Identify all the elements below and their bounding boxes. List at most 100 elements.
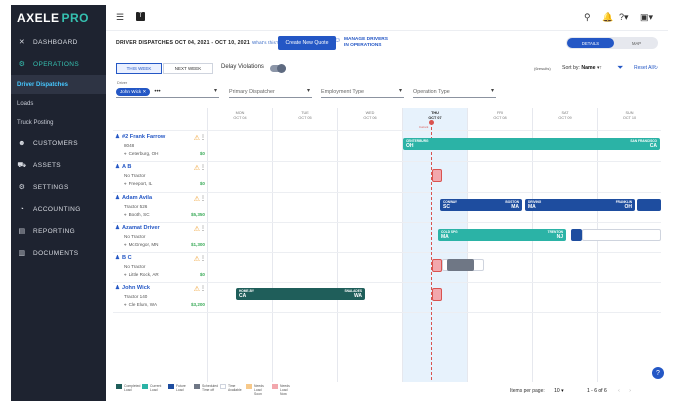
driver-row[interactable]: ♟ John Wick ⚠ ⋮ Tractor 140 ⌖ Cle Elum, WA … [115, 285, 207, 316]
load-bar-future[interactable] [637, 199, 661, 211]
manage-drivers-link[interactable]: ☺ MANAGE DRIVERS IN OPERATIONS [334, 37, 388, 48]
view-map-tab[interactable]: MAP [616, 38, 657, 48]
sidebar-item-dashboard[interactable]: ✕ DASHBOARD [11, 31, 106, 53]
day-header: SUN OCT 10 [622, 111, 637, 120]
kebab-menu-icon[interactable]: ⋮ [200, 134, 206, 141]
kebab-menu-icon[interactable]: ⋮ [200, 164, 206, 171]
driver-row[interactable]: ♟ B C ⚠ ⋮ No Tractor ⌖ Little Rock, AR $0 [115, 255, 207, 286]
driver-chip[interactable]: John Wick ✕ [116, 88, 151, 96]
sidebar-item-customers[interactable]: ☻ CUSTOMERS [11, 132, 106, 154]
bell-icon[interactable]: 🔔 [602, 12, 613, 23]
sidebar-item-assets[interactable]: ⛟ ASSETS [11, 154, 106, 176]
chip-close-icon[interactable]: ✕ [142, 89, 146, 94]
operation-type-filter[interactable]: Operation Type ▾ [413, 86, 496, 98]
current-time-marker [429, 120, 434, 125]
needs-load-now-marker[interactable] [432, 259, 442, 272]
delay-violations-toggle[interactable] [270, 64, 286, 73]
day-header: TUE OCT 05 [298, 111, 312, 120]
prev-page-icon[interactable]: ‹ [618, 388, 620, 394]
items-per-page-select[interactable]: 10 ▾ [554, 388, 563, 394]
driver-revenue: $0 [199, 272, 205, 277]
menu-icon[interactable]: ☰ [116, 12, 124, 23]
reset-all-link[interactable]: Reset All↻ [634, 65, 658, 71]
operations-icon: ⚙ [18, 61, 26, 68]
kebab-menu-icon[interactable]: ⋮ [200, 255, 206, 262]
sidebar-subitem-loads[interactable]: Loads [11, 94, 106, 113]
sort-arrows-icon: ▾↑ [596, 65, 603, 71]
whats-this-link[interactable]: What's this? [252, 40, 279, 45]
kebab-menu-icon[interactable]: ⋮ [200, 285, 206, 292]
sidebar-item-reporting[interactable]: ▤ REPORTING [11, 220, 106, 242]
view-details-tab[interactable]: DETAILS [567, 38, 614, 48]
more-dots-icon[interactable]: ••• [154, 89, 160, 95]
load-bar-current[interactable]: CENTERBURG OH SAN FRANCISCO CA [403, 138, 660, 150]
create-new-quote-button[interactable]: Create New Quote [278, 36, 336, 50]
person-icon: ♟ [115, 255, 121, 261]
dashboard-icon: ✕ [18, 39, 26, 46]
time-available-slot[interactable] [582, 229, 661, 241]
search-icon[interactable]: ⚲ [584, 12, 591, 23]
primary-dispatcher-filter[interactable]: Primary Dispatcher ▾ [229, 86, 312, 98]
day-column-tue: TUE OCT 05 [272, 108, 337, 382]
needs-load-now-marker[interactable] [432, 288, 442, 301]
view-toggle: DETAILS MAP [566, 37, 658, 49]
load-bar-current[interactable]: COLD SPG MA TRENTON NJ [438, 229, 566, 241]
chevron-down-icon: ▾ [490, 88, 494, 94]
driver-row[interactable]: ♟ Azamat Driver ⚠ ⋮ No Tractor ⌖ McGregor, … [115, 225, 207, 256]
app-logo[interactable]: AXELE PRO [11, 5, 106, 31]
needs-load-now-marker[interactable] [432, 169, 442, 182]
kebab-menu-icon[interactable]: ⋮ [200, 195, 206, 202]
driver-revenue: $0 [199, 151, 205, 156]
sidebar-item-settings[interactable]: ⚙ SETTINGS [11, 176, 106, 198]
chevron-down-icon: ▾ [213, 88, 217, 94]
sidebar-item-accounting[interactable]: ◔ ACCOUNTING [11, 198, 106, 220]
legend-item: Future Load [168, 384, 190, 396]
next-page-icon[interactable]: › [629, 388, 631, 394]
help-menu-icon[interactable]: ?▾ [619, 12, 629, 23]
manage-drivers-icon: ☺ [334, 37, 342, 44]
sidebar-subitem-truck-posting[interactable]: Truck Posting [11, 113, 106, 132]
legend: Completed Load Current Load Future Load … [116, 384, 294, 396]
driver-filter[interactable]: John Wick ✕ ••• ▾ [116, 86, 219, 98]
location-pin-icon: ⌖ [124, 212, 127, 217]
next-week-button[interactable]: NEXT WEEK [163, 63, 213, 74]
chevron-down-icon: ▾ [306, 88, 310, 94]
kebab-menu-icon[interactable]: ⋮ [200, 225, 206, 232]
driver-row[interactable]: ♟ #2 Frank Farrow ⚠ ⋮ 8048 ⌖ Ceterburg, OH … [115, 134, 207, 165]
sidebar-subitem-driver-dispatches[interactable]: Driver Dispatches [11, 75, 106, 94]
person-icon: ♟ [115, 195, 121, 201]
chevron-down-icon: ▾ [398, 88, 402, 94]
filter-icon[interactable]: ⏷ [617, 63, 623, 73]
driver-revenue: $1,300 [190, 242, 205, 247]
person-icon: ♟ [115, 134, 121, 140]
load-bar-future[interactable] [571, 229, 582, 241]
delay-violations-label: Delay Violations [221, 64, 264, 70]
person-icon: ♟ [115, 164, 121, 170]
driver-revenue: $0 [199, 181, 205, 186]
help-chat-icon[interactable]: ? [652, 367, 664, 379]
sidebar: AXELE PRO ✕ DASHBOARD ⚙ OPERATIONS Driver D… [11, 5, 106, 401]
sort-by-control[interactable]: Sort by: Name ▾↑ [562, 65, 602, 71]
day-header: MON OCT 04 [233, 111, 247, 120]
scheduled-time-off-bar[interactable] [447, 259, 474, 271]
documents-icon: ▥ [18, 250, 26, 257]
day-header: WED OCT 06 [363, 111, 377, 120]
legend-item: Current Load [142, 384, 164, 396]
driver-row[interactable]: ♟ Adam Avila ⚠ ⋮ Tractor 526 ⌖ Booth, SC $5… [115, 195, 207, 226]
location-pin-icon: ⌖ [124, 242, 127, 247]
employment-type-filter[interactable]: Employment Type ▾ [321, 86, 404, 98]
day-header: THU OCT 07 [428, 111, 442, 120]
day-column-mon: MON OCT 04 [207, 108, 272, 382]
sidebar-item-operations[interactable]: ⚙ OPERATIONS [11, 53, 106, 75]
sidebar-item-documents[interactable]: ▥ DOCUMENTS [11, 242, 106, 264]
load-bar-future[interactable]: DRIVING MA FRANKLIN OH [525, 199, 635, 211]
load-bar-future[interactable]: CONWAY SC BOSTON MA [440, 199, 522, 211]
this-week-button[interactable]: THIS WEEK [116, 63, 162, 74]
legend-item: Scheduled Time off [194, 384, 218, 396]
user-menu-icon[interactable]: ▣▾ [640, 12, 653, 23]
tasks-icon[interactable]: T [136, 12, 145, 21]
location-pin-icon: ⌖ [124, 302, 127, 307]
driver-row[interactable]: ♟ A B ⚠ ⋮ No Tractor ⌖ Freeport, IL $0 [115, 164, 207, 195]
load-bar-completed[interactable]: HOME-BY CA SNALADES WA [236, 288, 365, 300]
legend-item: Needs Load Soon [246, 384, 268, 396]
